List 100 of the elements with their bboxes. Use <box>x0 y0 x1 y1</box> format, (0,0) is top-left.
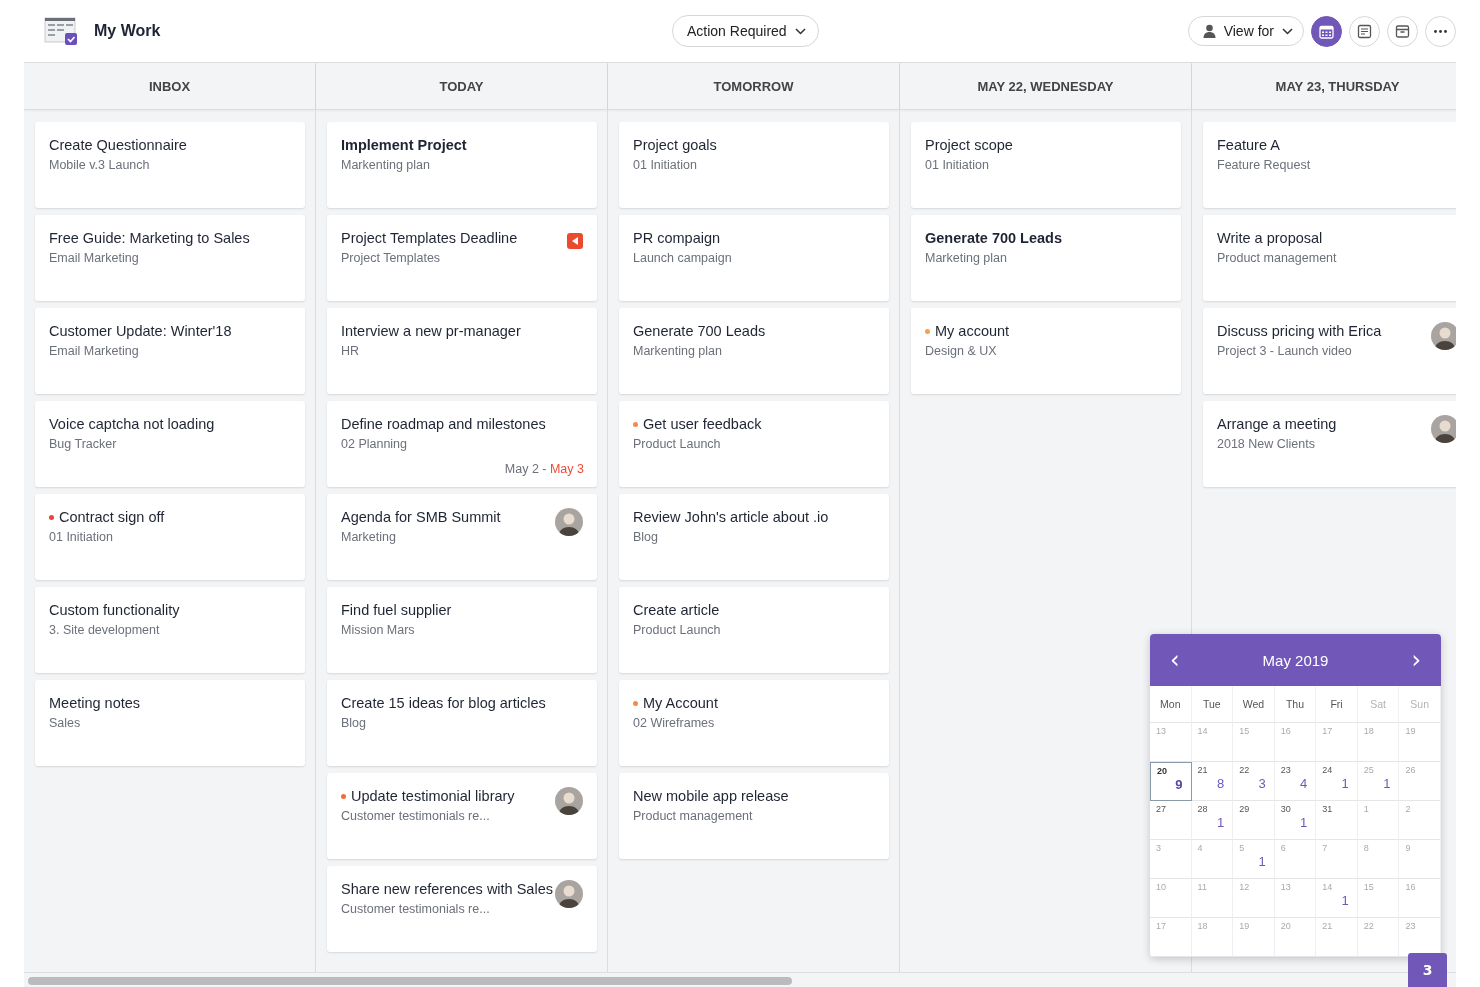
task-card[interactable]: Share new references with Sales Customer testimonials re... <box>327 866 597 952</box>
day-number[interactable]: 20 <box>1157 766 1167 776</box>
task-card[interactable]: Meeting notes Sales <box>35 680 305 766</box>
task-card[interactable]: Custom functionality 3. Site development <box>35 587 305 673</box>
day-number[interactable]: 21 <box>1197 765 1208 775</box>
task-title: Contract sign off <box>59 509 165 525</box>
task-title: Define roadmap and milestones <box>341 416 546 432</box>
project-name: 02 Planning <box>341 437 408 451</box>
day-number[interactable]: 27 <box>1156 804 1166 814</box>
task-count: 1 <box>1383 776 1391 791</box>
task-card[interactable]: Create Questionnaire Mobile v.3 Launch <box>35 122 305 208</box>
project-name: Blog <box>633 530 659 544</box>
task-count: 1 <box>1341 893 1349 908</box>
task-count: 1 <box>1258 854 1266 869</box>
project-name: Project 3 - Launch video <box>1217 344 1352 358</box>
task-card[interactable]: New mobile app release Product management <box>619 773 889 859</box>
task-title: Interview a new pr-manager <box>341 323 521 339</box>
project-name: 3. Site development <box>49 623 160 637</box>
task-title: Agenda for SMB Summit <box>341 509 501 525</box>
task-card[interactable]: Feature A Feature Request <box>1203 122 1456 208</box>
task-card[interactable]: Define roadmap and milestones 02 Planning May 2 - May 3 <box>327 401 597 487</box>
more-icon <box>1434 29 1447 33</box>
project-name: HR <box>341 344 360 358</box>
project-name: Design & UX <box>925 344 997 358</box>
archive-view-button[interactable] <box>1387 15 1418 47</box>
selected-day-cell[interactable]: 20 9 <box>1150 762 1192 801</box>
project-name: Bug Tracker <box>49 437 117 451</box>
task-title: My account <box>935 323 1010 339</box>
task-card[interactable]: Discuss pricing with Erica Project 3 - Launch video <box>1203 308 1456 394</box>
task-title: Project scope <box>925 137 1013 153</box>
project-name: Product management <box>633 809 753 823</box>
notes-icon <box>1357 23 1372 39</box>
task-card[interactable]: Generate 700 Leads Marketing plan <box>911 215 1181 301</box>
task-card[interactable]: Project goals 01 Initiation <box>619 122 889 208</box>
project-name: Blog <box>341 716 367 730</box>
project-name: 01 Initiation <box>925 158 989 172</box>
person-icon <box>1202 24 1216 38</box>
project-name: Markenting plan <box>633 344 722 358</box>
day-number[interactable]: 30 <box>1280 804 1291 814</box>
calendar-view-button[interactable] <box>1311 15 1342 47</box>
project-name: 2018 New Clients <box>1217 437 1315 451</box>
project-name: Markenting plan <box>341 158 430 172</box>
task-card[interactable]: Update testimonial library Customer testimonials re... <box>327 773 597 859</box>
project-name: Email Marketing <box>49 344 139 358</box>
task-count: 3 <box>1258 776 1266 791</box>
weekday-label: Mon <box>1160 698 1181 710</box>
task-card[interactable]: Write a proposal Product management <box>1203 215 1456 301</box>
task-title: Voice captcha not loading <box>49 416 215 432</box>
day-number[interactable]: 23 <box>1280 765 1291 775</box>
task-card[interactable]: My account Design & UX <box>911 308 1181 394</box>
task-title: Generate 700 Leads <box>925 230 1063 246</box>
task-card[interactable]: Arrange a meeting 2018 New Clients <box>1203 401 1456 487</box>
project-name: Mobile v.3 Launch <box>49 158 150 172</box>
calendar-icon <box>1319 23 1334 39</box>
task-card[interactable]: Create 15 ideas for blog articles Blog <box>327 680 597 766</box>
task-title: Write a proposal <box>1217 230 1323 246</box>
day-number[interactable]: 29 <box>1239 804 1250 814</box>
scrollbar-thumb[interactable] <box>28 977 792 985</box>
task-card[interactable]: Implement Project Markenting plan <box>327 122 597 208</box>
task-card[interactable]: Project Templates Deadline Project Templates <box>327 215 597 301</box>
task-card[interactable]: Get user feedback Product Launch <box>619 401 889 487</box>
task-count: 1 <box>1216 815 1225 830</box>
weekday-label: Sun <box>1410 698 1430 710</box>
project-name: Marketing <box>341 530 396 544</box>
day-number[interactable]: 28 <box>1197 804 1208 814</box>
project-name: Product Launch <box>633 623 721 637</box>
weekday-label: Thu <box>1285 698 1305 710</box>
task-card[interactable]: Agenda for SMB Summit Marketing <box>327 494 597 580</box>
task-card[interactable]: PR compaign Launch campaign <box>619 215 889 301</box>
task-card[interactable]: Project scope 01 Initiation <box>911 122 1181 208</box>
previous-month-button[interactable]: ‹ <box>1164 648 1186 672</box>
column-header: TODAY <box>439 78 484 94</box>
app-logo-icon <box>44 16 78 46</box>
day-number[interactable]: 22 <box>1239 765 1250 775</box>
archive-icon <box>1395 23 1410 39</box>
task-card[interactable]: Generate 700 Leads Markenting plan <box>619 308 889 394</box>
day-number[interactable]: 31 <box>1322 804 1333 814</box>
more-view-button[interactable] <box>1425 15 1456 47</box>
view-for-dropdown[interactable]: View for <box>1187 16 1304 46</box>
date-range: May 2 - May 3 <box>504 462 584 476</box>
notes-view-button[interactable] <box>1349 15 1380 47</box>
task-card[interactable]: Interview a new pr-manager HR <box>327 308 597 394</box>
project-name: Sales <box>49 716 81 730</box>
task-card[interactable]: My Account 02 Wireframes <box>619 680 889 766</box>
next-month-button[interactable]: › <box>1405 648 1427 672</box>
task-card[interactable]: Create article Product Launch <box>619 587 889 673</box>
filter-dropdown[interactable]: Action Required <box>672 15 819 47</box>
task-card[interactable]: Customer Update: Winter'18 Email Marketing <box>35 308 305 394</box>
task-card[interactable]: Voice captcha not loading Bug Tracker <box>35 401 305 487</box>
count-badge[interactable]: 3 <box>1408 953 1447 987</box>
day-number[interactable]: 24 <box>1322 765 1333 775</box>
task-card[interactable]: Review John's article about .io Blog <box>619 494 889 580</box>
project-name: Feature Request <box>1217 158 1311 172</box>
task-title: My Account <box>643 695 718 711</box>
task-card[interactable]: Find fuel supplier Mission Mars <box>327 587 597 673</box>
task-card[interactable]: Contract sign off 01 Initiation <box>35 494 305 580</box>
task-title: Arrange a meeting <box>1217 416 1337 432</box>
task-card[interactable]: Free Guide: Marketing to Sales Email Marketing <box>35 215 305 301</box>
task-title: Implement Project <box>341 137 467 153</box>
task-title: Free Guide: Marketing to Sales <box>49 230 250 246</box>
